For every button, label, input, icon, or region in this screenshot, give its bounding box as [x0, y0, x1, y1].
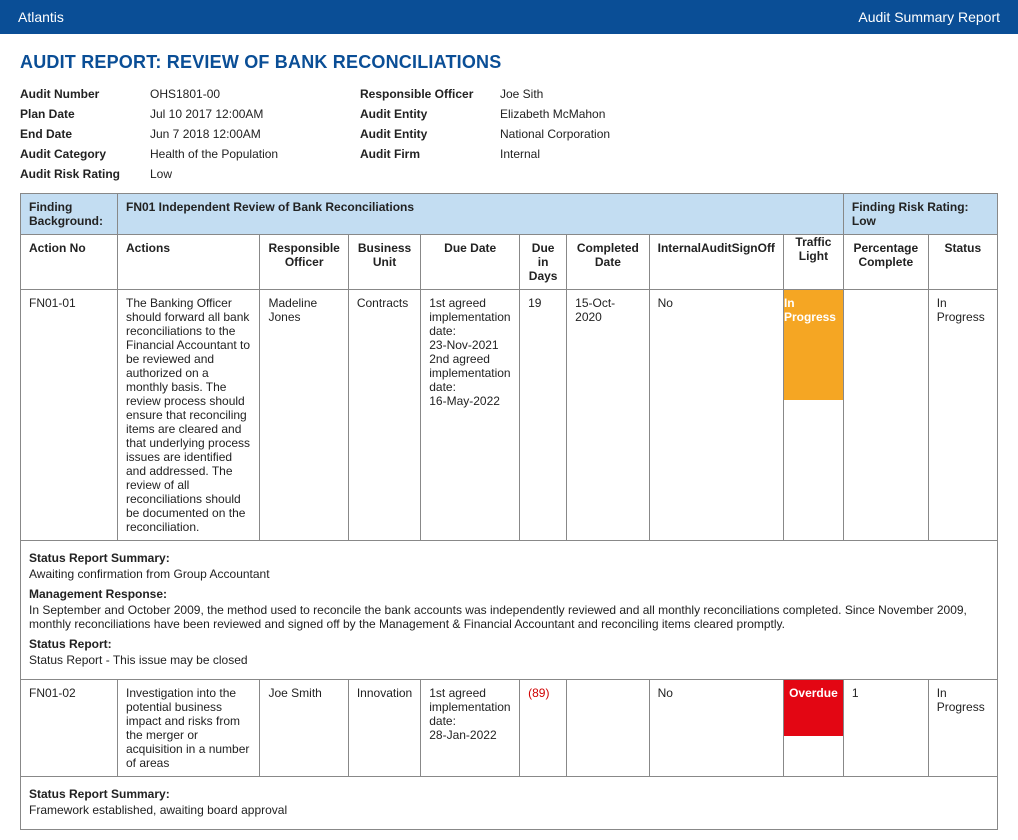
cell-completed [567, 680, 649, 777]
meta-col-right: Responsible OfficerJoe Sith Audit Entity… [360, 87, 680, 181]
col-action-no: Action No [21, 235, 118, 290]
table-header-row: Action No Actions Responsible Officer Bu… [21, 235, 998, 290]
cell-traffic: In Progress [783, 290, 843, 541]
cell-traffic: Overdue [783, 680, 843, 777]
traffic-badge: In Progress [784, 290, 843, 400]
cell-actions: Investigation into the potential busines… [117, 680, 260, 777]
meta-grid: Audit NumberOHS1801-00 Plan DateJul 10 2… [20, 87, 998, 181]
page-header-title: Audit Summary Report [858, 9, 1000, 25]
srs-label: Status Report Summary: [29, 551, 989, 565]
col-status: Status [928, 235, 997, 290]
meta-label: Audit Entity [360, 127, 500, 141]
col-officer: Responsible Officer [260, 235, 348, 290]
report-title: AUDIT REPORT: REVIEW OF BANK RECONCILIAT… [20, 52, 998, 73]
meta-label: Audit Entity [360, 107, 500, 121]
meta-label: Audit Number [20, 87, 150, 101]
top-bar: Atlantis Audit Summary Report [0, 0, 1018, 34]
meta-value: Internal [500, 147, 680, 161]
col-due-days: Due in Days [520, 235, 567, 290]
notes-block: Status Report Summary: Framework establi… [21, 777, 998, 830]
cell-bu: Contracts [348, 290, 420, 541]
cell-signoff: No [649, 680, 783, 777]
meta-label: End Date [20, 127, 150, 141]
meta-label: Audit Category [20, 147, 150, 161]
cell-status: In Progress [928, 290, 997, 541]
meta-value: Low [150, 167, 330, 181]
meta-label: Responsible Officer [360, 87, 500, 101]
mr-label: Management Response: [29, 587, 989, 601]
col-percent: Percentage Complete [843, 235, 928, 290]
audit-table: Finding Background: FN01 Independent Rev… [20, 193, 998, 830]
cell-completed: 15-Oct-2020 [567, 290, 649, 541]
meta-value: Jul 10 2017 12:00AM [150, 107, 330, 121]
col-due-date: Due Date [421, 235, 520, 290]
meta-value: Elizabeth McMahon [500, 107, 680, 121]
notes-block: Status Report Summary: Awaiting confirma… [21, 541, 998, 680]
sr-label: Status Report: [29, 637, 989, 651]
cell-percent [843, 290, 928, 541]
cell-due-days: 19 [520, 290, 567, 541]
cell-status: In Progress [928, 680, 997, 777]
sr-text: Status Report - This issue may be closed [29, 653, 989, 667]
notes-row: Status Report Summary: Awaiting confirma… [21, 541, 998, 680]
cell-bu: Innovation [348, 680, 420, 777]
meta-value: Joe Sith [500, 87, 680, 101]
finding-bg-label: Finding Background: [21, 194, 118, 235]
col-signoff: InternalAuditSignOff [649, 235, 783, 290]
meta-value: National Corporation [500, 127, 680, 141]
col-bu: Business Unit [348, 235, 420, 290]
app-name: Atlantis [18, 9, 64, 25]
cell-officer: Joe Smith [260, 680, 348, 777]
report-content: AUDIT REPORT: REVIEW OF BANK RECONCILIAT… [0, 34, 1018, 840]
finding-bg-text: FN01 Independent Review of Bank Reconcil… [117, 194, 843, 235]
meta-value: Health of the Population [150, 147, 330, 161]
finding-risk: Finding Risk Rating: Low [843, 194, 997, 235]
srs-text: Framework established, awaiting board ap… [29, 803, 989, 817]
srs-text: Awaiting confirmation from Group Account… [29, 567, 989, 581]
meta-label: Audit Firm [360, 147, 500, 161]
cell-due-date: 1st agreed implementation date: 23-Nov-2… [421, 290, 520, 541]
notes-row: Status Report Summary: Framework establi… [21, 777, 998, 830]
mr-text: In September and October 2009, the metho… [29, 603, 989, 631]
srs-label: Status Report Summary: [29, 787, 989, 801]
table-row: FN01-01 The Banking Officer should forwa… [21, 290, 998, 541]
meta-label: Audit Risk Rating [20, 167, 150, 181]
meta-col-left: Audit NumberOHS1801-00 Plan DateJul 10 2… [20, 87, 330, 181]
traffic-badge: Overdue [784, 680, 843, 736]
cell-actions: The Banking Officer should forward all b… [117, 290, 260, 541]
meta-label: Plan Date [20, 107, 150, 121]
col-completed: Completed Date [567, 235, 649, 290]
col-actions: Actions [117, 235, 260, 290]
meta-value: OHS1801-00 [150, 87, 330, 101]
cell-action-no: FN01-01 [21, 290, 118, 541]
cell-action-no: FN01-02 [21, 680, 118, 777]
cell-percent: 1 [843, 680, 928, 777]
col-traffic: Traffic Light [783, 235, 843, 290]
cell-due-days: (89) [520, 680, 567, 777]
meta-value: Jun 7 2018 12:00AM [150, 127, 330, 141]
cell-signoff: No [649, 290, 783, 541]
table-row: FN01-02 Investigation into the potential… [21, 680, 998, 777]
cell-due-date: 1st agreed implementation date: 28-Jan-2… [421, 680, 520, 777]
finding-row: Finding Background: FN01 Independent Rev… [21, 194, 998, 235]
cell-officer: Madeline Jones [260, 290, 348, 541]
